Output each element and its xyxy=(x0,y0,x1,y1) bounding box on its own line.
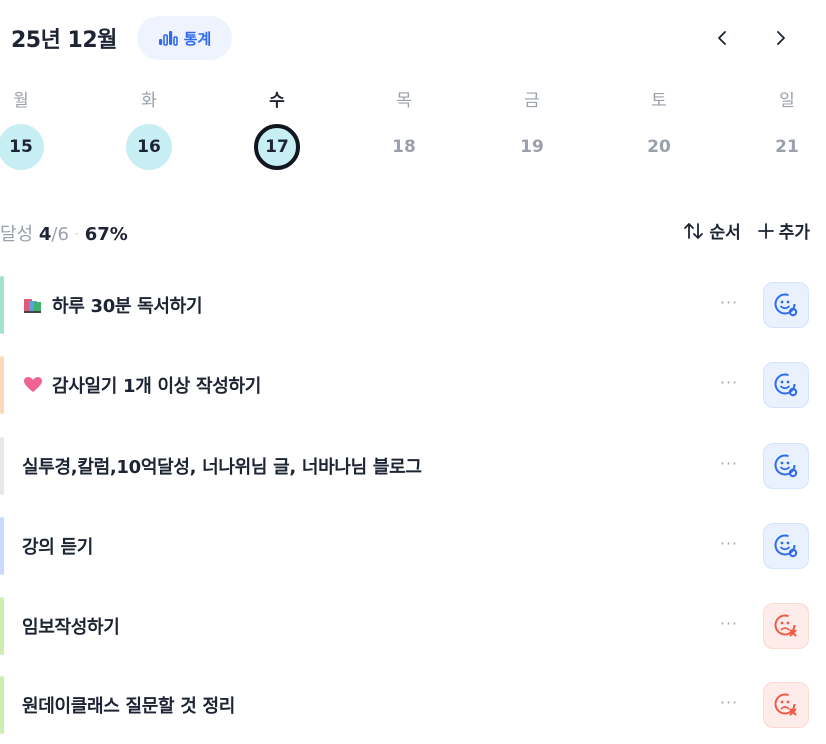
add-task-button[interactable]: 추가 xyxy=(757,218,810,243)
task-status-button[interactable] xyxy=(763,362,809,408)
chevron-right-icon xyxy=(777,31,785,45)
next-week-button[interactable] xyxy=(767,24,795,52)
header: 25년 12월 통계 xyxy=(0,0,826,76)
day-21[interactable]: 21 xyxy=(764,124,810,170)
sort-order-label: 순서 xyxy=(709,223,741,243)
sort-arrows-icon xyxy=(684,222,704,239)
weekday-thu: 목 xyxy=(396,91,412,111)
stats-button[interactable]: 통계 xyxy=(137,16,232,60)
day-20[interactable]: 20 xyxy=(636,124,682,170)
plus-icon xyxy=(757,222,774,239)
task-title: 원데이클래스 질문할 것 정리 xyxy=(22,696,236,717)
more-options-button[interactable]: ··· xyxy=(716,693,742,717)
sad-face-icon xyxy=(774,693,797,716)
more-options-button[interactable]: ··· xyxy=(716,534,742,558)
day-16[interactable]: 16 xyxy=(126,124,172,170)
task-item[interactable]: 실투경,칼럼,10억달성, 너나위님 글, 너바나님 블로그 ··· xyxy=(0,437,826,495)
smile-face-icon xyxy=(774,454,798,478)
task-title: 실투경,칼럼,10억달성, 너나위님 글, 너바나님 블로그 xyxy=(22,457,422,478)
weekday-tue: 화 xyxy=(141,91,157,111)
more-options-button[interactable]: ··· xyxy=(716,614,742,638)
task-item[interactable]: 원데이클래스 질문할 것 정리 ··· xyxy=(0,676,826,734)
task-item[interactable]: 임보작성하기 ··· xyxy=(0,597,826,655)
more-options-button[interactable]: ··· xyxy=(716,293,742,317)
day-19[interactable]: 19 xyxy=(509,124,555,170)
weekday-wed: 수 xyxy=(269,91,285,111)
weekday-mon: 월 xyxy=(13,91,29,111)
weekday-sun: 일 xyxy=(779,91,795,111)
summary-separator: · xyxy=(74,227,79,241)
task-title: 임보작성하기 xyxy=(22,617,120,638)
stats-button-label: 통계 xyxy=(183,29,212,48)
task-color-bar xyxy=(0,356,4,414)
task-item[interactable]: 강의 듣기 ··· xyxy=(0,517,826,575)
task-title: 강의 듣기 xyxy=(22,537,94,558)
books-icon xyxy=(22,294,44,316)
task-status-button[interactable] xyxy=(763,682,809,728)
more-options-button[interactable]: ··· xyxy=(716,454,742,478)
task-status-button[interactable] xyxy=(763,523,809,569)
task-title: 하루 30분 독서하기 xyxy=(52,296,203,317)
smile-face-icon xyxy=(774,293,798,317)
task-item[interactable]: 하루 30분 독서하기 ··· xyxy=(0,276,826,334)
task-color-bar xyxy=(0,517,4,575)
task-status-button[interactable] xyxy=(763,603,809,649)
summary-label: 달성 xyxy=(0,224,34,245)
more-options-button[interactable]: ··· xyxy=(716,373,742,397)
prev-week-button[interactable] xyxy=(708,24,736,52)
sort-order-button[interactable]: 순서 xyxy=(683,218,741,243)
chevron-left-icon xyxy=(718,31,726,45)
task-item[interactable]: 감사일기 1개 이상 작성하기 ··· xyxy=(0,356,826,414)
task-color-bar xyxy=(0,676,4,734)
task-color-bar xyxy=(0,276,4,334)
summary-percent: 67% xyxy=(84,224,128,245)
sad-face-icon xyxy=(774,614,797,637)
weekday-sat: 토 xyxy=(651,91,667,111)
task-status-button[interactable] xyxy=(763,282,809,328)
day-15[interactable]: 15 xyxy=(0,124,44,170)
day-17-today[interactable]: 17 xyxy=(254,124,300,170)
list-actions: 순서 추가 xyxy=(683,218,810,243)
smile-face-icon xyxy=(774,373,798,397)
summary-done-count: 4 xyxy=(38,224,52,245)
task-color-bar xyxy=(0,597,4,655)
task-color-bar xyxy=(0,437,4,495)
weekday-fri: 금 xyxy=(524,91,540,111)
summary-total-count: /6 xyxy=(51,224,69,245)
achievement-summary: 달성 4/6 · 67% xyxy=(0,220,128,246)
task-status-button[interactable] xyxy=(763,443,809,489)
pink-heart-icon xyxy=(22,374,44,396)
bar-chart-icon xyxy=(158,31,178,46)
month-title: 25년 12월 xyxy=(11,28,117,53)
smile-face-icon xyxy=(774,534,798,558)
task-title: 감사일기 1개 이상 작성하기 xyxy=(52,376,261,397)
day-18[interactable]: 18 xyxy=(381,124,427,170)
add-task-label: 추가 xyxy=(778,223,810,243)
